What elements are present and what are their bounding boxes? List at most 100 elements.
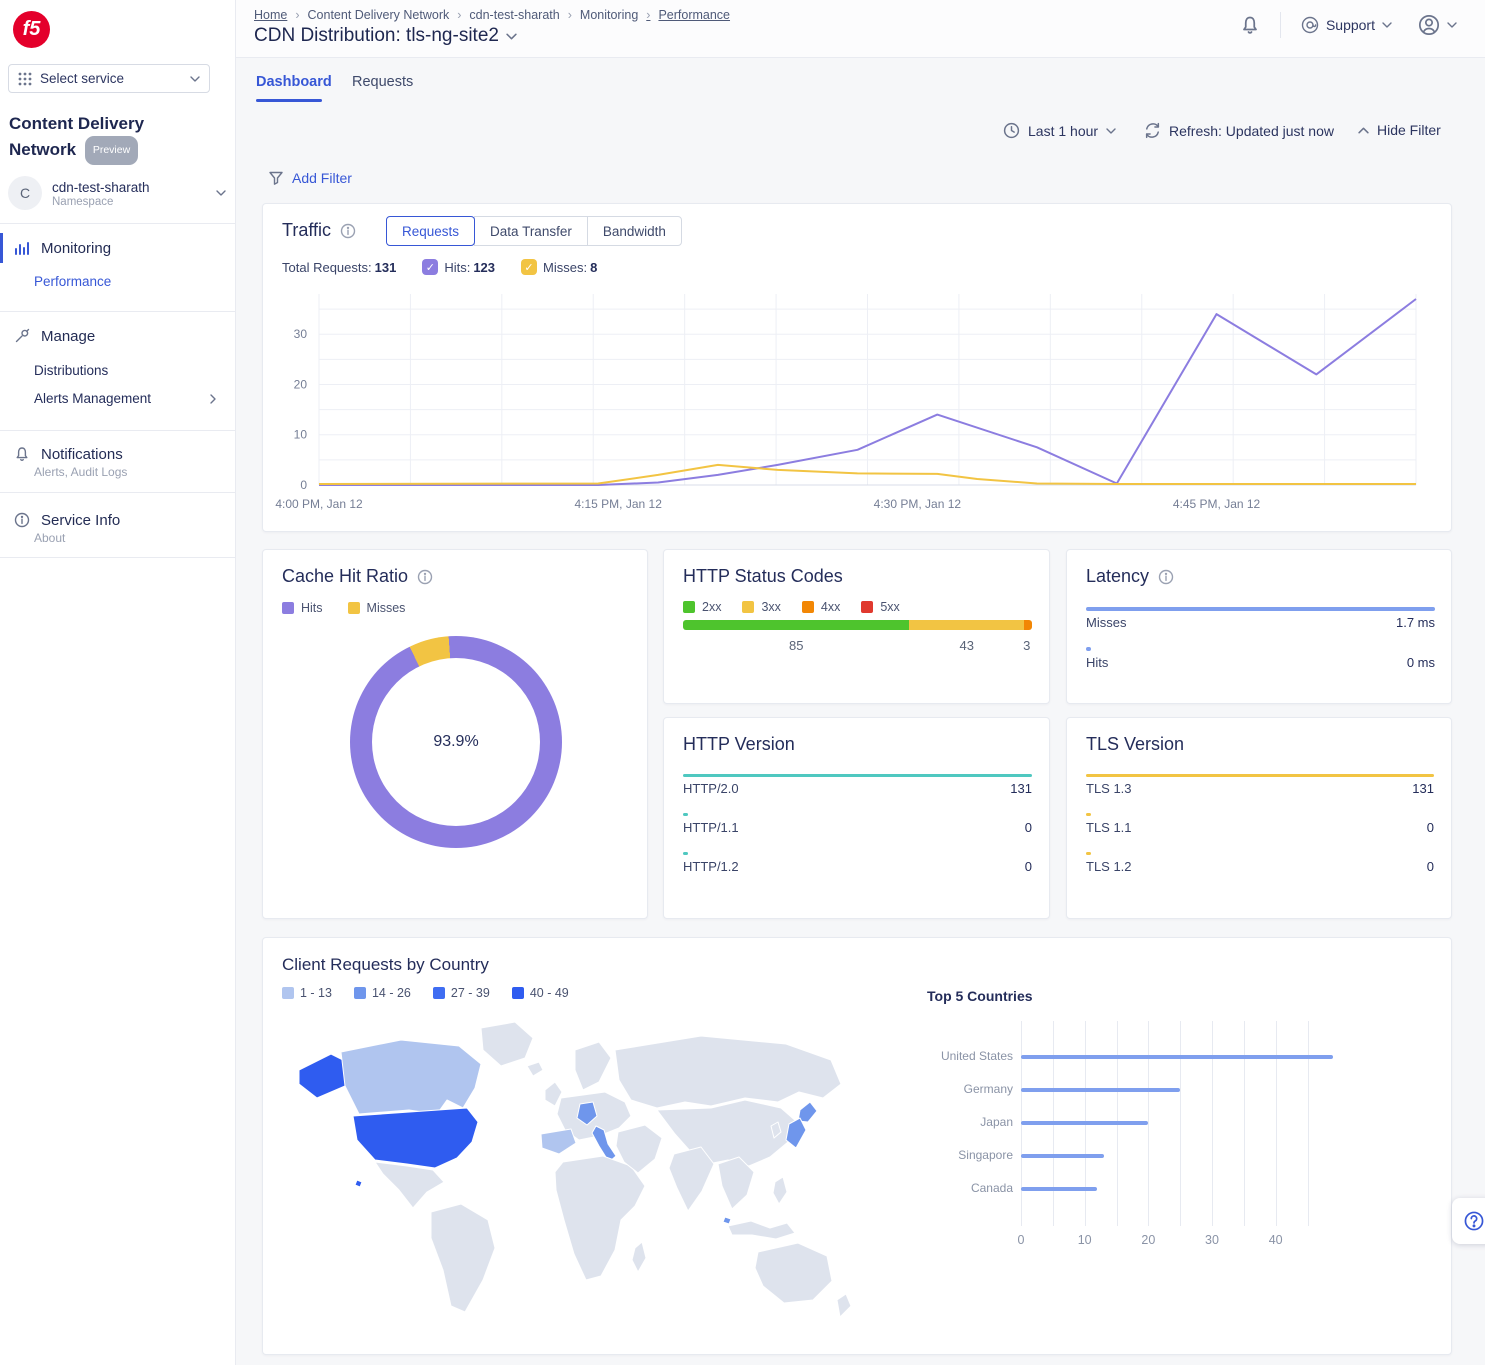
breadcrumb-home[interactable]: Home — [254, 8, 287, 22]
map-mexico — [375, 1162, 444, 1208]
total-requests-stat: Total Requests:131 — [282, 260, 396, 275]
breadcrumb-monitoring[interactable]: Monitoring — [560, 8, 639, 22]
top5-category-label: Singapore — [873, 1148, 1013, 1162]
divider — [1280, 12, 1281, 38]
support-at-icon — [1301, 16, 1319, 34]
account-menu[interactable] — [1412, 13, 1463, 37]
svg-text:4:45 PM, Jan 12: 4:45 PM, Jan 12 — [1173, 497, 1261, 511]
chevron-down-icon — [190, 76, 200, 82]
notifications-bell-button[interactable] — [1234, 14, 1266, 36]
support-menu[interactable]: Support — [1295, 15, 1398, 35]
chevron-up-icon — [1358, 127, 1369, 134]
map-madagascar — [632, 1242, 646, 1272]
status-5xx-swatch — [861, 601, 873, 613]
bucket2-swatch — [354, 987, 366, 999]
top5-bar — [1021, 1055, 1333, 1059]
traffic-stats: Total Requests:131 ✓ Hits:123 ✓ Misses:8 — [282, 259, 597, 275]
meter-row: TLS 1.10 — [1086, 813, 1434, 835]
tab-requests[interactable]: Requests — [352, 74, 413, 90]
meter-row: HTTP/1.20 — [683, 852, 1032, 874]
sidebar-item-alerts-management[interactable]: Alerts Management — [34, 391, 230, 406]
sidebar-item-distributions[interactable]: Distributions — [34, 363, 108, 378]
map-new-zealand — [837, 1294, 851, 1317]
toggle-requests[interactable]: Requests — [386, 216, 475, 246]
sidebar-item-service-info[interactable]: Service Info — [0, 507, 236, 533]
page-title[interactable]: CDN Distribution: tls-ng-site2 — [254, 25, 517, 47]
sidebar-item-label: Service Info — [41, 512, 120, 529]
bucket1-swatch — [282, 987, 294, 999]
meter-row: TLS 1.3131 — [1086, 774, 1434, 796]
latency-bars: Misses1.7 ms Hits0 ms — [1086, 607, 1435, 687]
divider — [0, 557, 236, 558]
grid-icon — [18, 72, 32, 86]
meter-row: Misses1.7 ms — [1086, 607, 1435, 630]
info-icon — [340, 223, 356, 239]
namespace-selector[interactable]: C cdn-test-sharath Namespace — [0, 167, 236, 219]
map-india — [669, 1147, 714, 1211]
misses-checkbox[interactable]: ✓ — [521, 259, 537, 275]
breadcrumb-cdn[interactable]: Content Delivery Network — [287, 8, 449, 22]
map-russia — [615, 1036, 841, 1108]
map-legend: 1 - 13 14 - 26 27 - 39 40 - 49 — [282, 986, 569, 1000]
chevron-down-icon — [1106, 128, 1116, 134]
tab-dashboard[interactable]: Dashboard — [256, 74, 332, 90]
sidebar: f5 Select service Content Delivery Netwo… — [0, 0, 236, 1365]
map-spain — [541, 1129, 576, 1154]
hits-checkbox-stat[interactable]: ✓ Hits:123 — [422, 259, 495, 275]
map-canada — [341, 1040, 481, 1114]
select-service-dropdown[interactable]: Select service — [8, 64, 210, 93]
cache-hit-ratio-title: Cache Hit Ratio — [282, 566, 433, 587]
hits-legend-swatch — [282, 602, 294, 614]
http-status-codes-panel: HTTP Status Codes 2xx 3xx 4xx 5xx 85433 — [663, 549, 1050, 704]
traffic-metric-toggle: Requests Data Transfer Bandwidth — [386, 216, 682, 246]
map-indonesia — [728, 1221, 795, 1239]
svg-text:10: 10 — [294, 428, 308, 442]
info-icon — [1158, 569, 1174, 585]
meter-row: TLS 1.20 — [1086, 852, 1434, 874]
divider — [0, 311, 236, 312]
bell-icon — [14, 446, 30, 462]
sidebar-item-notifications[interactable]: Notifications — [0, 441, 236, 467]
status-2xx-swatch — [683, 601, 695, 613]
status-segment-3xx — [909, 620, 1024, 630]
user-avatar-icon — [1418, 14, 1440, 36]
time-range-selector[interactable]: Last 1 hour — [1003, 122, 1116, 139]
tab-bar: Dashboard Requests — [236, 58, 1485, 106]
toggle-bandwidth[interactable]: Bandwidth — [587, 216, 682, 246]
divider — [0, 223, 236, 224]
breadcrumb-namespace[interactable]: cdn-test-sharath — [449, 8, 560, 22]
map-usa — [353, 1108, 478, 1168]
top5-category-label: Germany — [873, 1082, 1013, 1096]
info-icon — [417, 569, 433, 585]
svg-text:20: 20 — [294, 377, 308, 391]
divider — [0, 430, 236, 431]
breadcrumb-performance[interactable]: Performance — [638, 8, 730, 22]
bucket3-swatch — [433, 987, 445, 999]
preview-badge: Preview — [85, 136, 138, 165]
refresh-button[interactable]: Refresh: Updated just now — [1144, 122, 1334, 139]
status-3xx-swatch — [742, 601, 754, 613]
sidebar-item-label: Notifications — [41, 446, 123, 463]
client-requests-panel: Client Requests by Country 1 - 13 14 - 2… — [262, 937, 1452, 1355]
svg-text:0: 0 — [300, 478, 307, 492]
toggle-data-transfer[interactable]: Data Transfer — [474, 216, 588, 246]
help-button[interactable] — [1452, 1198, 1485, 1244]
wrench-icon — [14, 328, 30, 344]
product-title: Content Delivery Network Preview — [9, 111, 144, 165]
bar-chart-icon — [14, 240, 30, 256]
map-south-america — [431, 1204, 495, 1312]
hits-checkbox[interactable]: ✓ — [422, 259, 438, 275]
tls-version-panel: TLS Version TLS 1.3131TLS 1.10TLS 1.20 — [1066, 717, 1452, 919]
sidebar-item-manage[interactable]: Manage — [0, 322, 236, 350]
meter-row: Hits0 ms — [1086, 647, 1435, 670]
add-filter-button[interactable]: Add Filter — [268, 170, 352, 186]
misses-checkbox-stat[interactable]: ✓ Misses:8 — [521, 259, 597, 275]
sidebar-item-monitoring[interactable]: Monitoring — [0, 233, 236, 263]
top5-category-label: Japan — [873, 1115, 1013, 1129]
support-label: Support — [1326, 17, 1375, 33]
http-status-codes-title: HTTP Status Codes — [683, 566, 843, 587]
sidebar-item-performance[interactable]: Performance — [34, 274, 111, 289]
hide-filter-toggle[interactable]: Hide Filter — [1358, 122, 1441, 138]
funnel-icon — [268, 170, 284, 186]
top5-category-label: Canada — [873, 1181, 1013, 1195]
